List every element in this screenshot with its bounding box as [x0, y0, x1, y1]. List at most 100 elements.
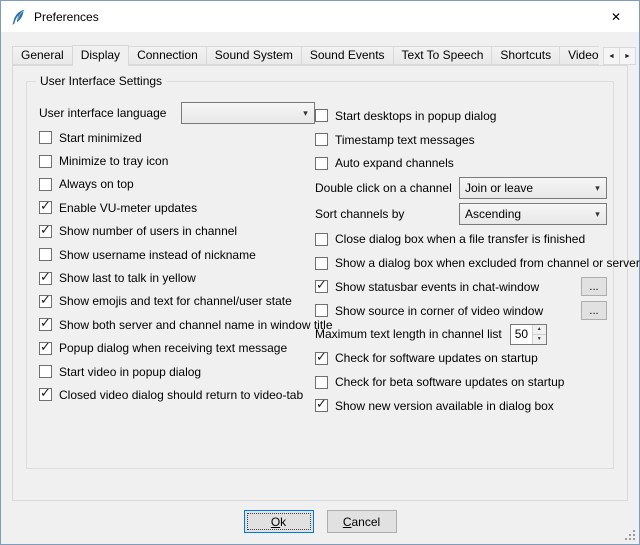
checkbox-box[interactable]: ✓: [39, 201, 52, 214]
tab-page-display: User Interface Settings User interface l…: [12, 65, 628, 501]
checkbox-check-beta-updates[interactable]: ✓ Check for beta software updates on sta…: [315, 370, 607, 394]
checkbox-enable-vu-meter[interactable]: ✓ Enable VU-meter updates: [39, 196, 315, 219]
checkbox-label: Show a dialog box when excluded from cha…: [335, 256, 640, 270]
checkbox-label: Show both server and channel name in win…: [59, 318, 333, 332]
app-icon: [10, 9, 26, 25]
checkbox-box[interactable]: ✓: [315, 233, 328, 246]
tab-sound-system[interactable]: Sound System: [206, 46, 302, 65]
checkbox-box[interactable]: ✓: [39, 248, 52, 261]
checkbox-show-dialog-excluded[interactable]: ✓ Show a dialog box when excluded from c…: [315, 251, 607, 275]
cancel-label: ancel: [351, 515, 380, 529]
checkbox-show-source-video[interactable]: ✓ Show source in corner of video window …: [315, 299, 607, 323]
tab-shortcuts[interactable]: Shortcuts: [491, 46, 560, 65]
checkbox-statusbar-events[interactable]: ✓ Show statusbar events in chat-window .…: [315, 275, 607, 299]
checkbox-box[interactable]: ✓: [315, 133, 328, 146]
checkbox-always-on-top[interactable]: ✓ Always on top: [39, 173, 315, 196]
checkbox-closed-video-return[interactable]: ✓ Closed video dialog should return to v…: [39, 383, 315, 406]
statusbar-events-config-button[interactable]: ...: [581, 277, 607, 296]
spin-up-button[interactable]: ▲: [533, 325, 546, 334]
chevron-down-icon: ▼: [537, 336, 542, 342]
checkbox-auto-expand-channels[interactable]: ✓ Auto expand channels: [315, 152, 607, 176]
double-click-select[interactable]: Join or leave ▾: [459, 177, 607, 199]
checkbox-box[interactable]: ✓: [315, 304, 328, 317]
checkbox-show-number-users[interactable]: ✓ Show number of users in channel: [39, 220, 315, 243]
checkbox-box[interactable]: ✓: [39, 272, 52, 285]
checkbox-box[interactable]: ✓: [39, 155, 52, 168]
checkbox-box[interactable]: ✓: [315, 257, 328, 270]
titlebar[interactable]: Preferences ✕: [1, 1, 639, 32]
checkbox-show-new-version[interactable]: ✓ Show new version available in dialog b…: [315, 394, 607, 418]
checkbox-minimize-to-tray[interactable]: ✓ Minimize to tray icon: [39, 149, 315, 172]
tab-sound-events[interactable]: Sound Events: [301, 46, 394, 65]
checkbox-close-dialog-file-transfer[interactable]: ✓ Close dialog box when a file transfer …: [315, 227, 607, 251]
tab-scroll-left-button[interactable]: ◄: [603, 47, 620, 65]
checkbox-timestamp-messages[interactable]: ✓ Timestamp text messages: [315, 128, 607, 152]
tab-connection[interactable]: Connection: [128, 46, 207, 65]
checkbox-box[interactable]: ✓: [39, 225, 52, 238]
resize-grip[interactable]: [624, 529, 636, 541]
checkbox-box[interactable]: ✓: [39, 131, 52, 144]
checkbox-label: Start desktops in popup dialog: [335, 109, 496, 123]
checkbox-label: Timestamp text messages: [335, 133, 475, 147]
checkbox-box[interactable]: ✓: [39, 295, 52, 308]
checkbox-show-username[interactable]: ✓ Show username instead of nickname: [39, 243, 315, 266]
checkbox-box[interactable]: ✓: [39, 388, 52, 401]
spin-down-button[interactable]: ▼: [533, 334, 546, 344]
sort-channels-row: Sort channels by Ascending ▾: [315, 201, 607, 227]
checkbox-start-desktops-popup[interactable]: ✓ Start desktops in popup dialog: [315, 104, 607, 128]
checkbox-box[interactable]: ✓: [315, 280, 328, 293]
max-text-length-input[interactable]: 50 ▲ ▼: [510, 324, 547, 345]
checkbox-box[interactable]: ✓: [39, 342, 52, 355]
checkbox-label: Show last to talk in yellow: [59, 271, 196, 285]
checkbox-show-emojis[interactable]: ✓ Show emojis and text for channel/user …: [39, 290, 315, 313]
chevron-down-icon: ▾: [589, 183, 606, 194]
tab-general[interactable]: General: [12, 46, 73, 65]
max-text-length-value[interactable]: 50: [511, 325, 532, 344]
checkbox-box[interactable]: ✓: [39, 318, 52, 331]
chevron-right-icon: ►: [624, 53, 631, 60]
check-icon: ✓: [316, 277, 327, 292]
language-select[interactable]: ▾: [181, 102, 315, 124]
checkbox-check-updates[interactable]: ✓ Check for software updates on startup: [315, 346, 607, 370]
checkbox-box[interactable]: ✓: [315, 157, 328, 170]
checkbox-label: Show statusbar events in chat-window: [335, 280, 539, 294]
close-icon: ✕: [611, 10, 621, 24]
checkbox-label: Show number of users in channel: [59, 224, 237, 238]
ok-button[interactable]: Ok: [244, 510, 314, 533]
dialog-buttons: Ok Cancel: [1, 510, 639, 533]
checkbox-popup-text-message[interactable]: ✓ Popup dialog when receiving text messa…: [39, 337, 315, 360]
checkbox-label: Auto expand channels: [335, 156, 454, 170]
close-button[interactable]: ✕: [593, 1, 639, 32]
checkbox-show-last-talk-yellow[interactable]: ✓ Show last to talk in yellow: [39, 266, 315, 289]
checkbox-label: Show new version available in dialog box: [335, 399, 554, 413]
right-column: ✓ Start desktops in popup dialog ✓ Times…: [315, 104, 607, 418]
checkbox-box[interactable]: ✓: [39, 365, 52, 378]
checkbox-box[interactable]: ✓: [315, 376, 328, 389]
tab-display[interactable]: Display: [72, 45, 129, 66]
checkbox-start-minimized[interactable]: ✓ Start minimized: [39, 126, 315, 149]
checkbox-box[interactable]: ✓: [315, 399, 328, 412]
tab-text-to-speech[interactable]: Text To Speech: [393, 46, 493, 65]
checkbox-label: Close dialog box when a file transfer is…: [335, 232, 585, 246]
max-text-length-row: Maximum text length in channel list 50 ▲…: [315, 323, 607, 347]
sort-channels-select[interactable]: Ascending ▾: [459, 203, 607, 225]
tab-scroll: ◄ ►: [603, 47, 636, 65]
tab-video[interactable]: Video: [559, 46, 599, 65]
checkbox-box[interactable]: ✓: [315, 352, 328, 365]
video-source-config-button[interactable]: ...: [581, 301, 607, 320]
tab-scroll-right-button[interactable]: ►: [619, 47, 636, 65]
checkbox-box[interactable]: ✓: [39, 178, 52, 191]
cancel-button[interactable]: Cancel: [327, 510, 397, 533]
tab-video-clip: Video: [559, 46, 599, 66]
checkbox-start-video-popup[interactable]: ✓ Start video in popup dialog: [39, 360, 315, 383]
checkbox-label: Show source in corner of video window: [335, 304, 543, 318]
window-title: Preferences: [34, 10, 99, 24]
checkbox-box[interactable]: ✓: [315, 109, 328, 122]
check-icon: ✓: [40, 269, 51, 284]
left-column: User interface language ▾ ✓ Start minimi…: [39, 100, 315, 407]
checkbox-show-server-channel-title[interactable]: ✓ Show both server and channel name in w…: [39, 313, 315, 336]
group-title: User Interface Settings: [36, 74, 166, 88]
checkbox-label: Start minimized: [59, 131, 142, 145]
chevron-down-icon: ▾: [589, 209, 606, 220]
checkbox-label: Show username instead of nickname: [59, 248, 256, 262]
